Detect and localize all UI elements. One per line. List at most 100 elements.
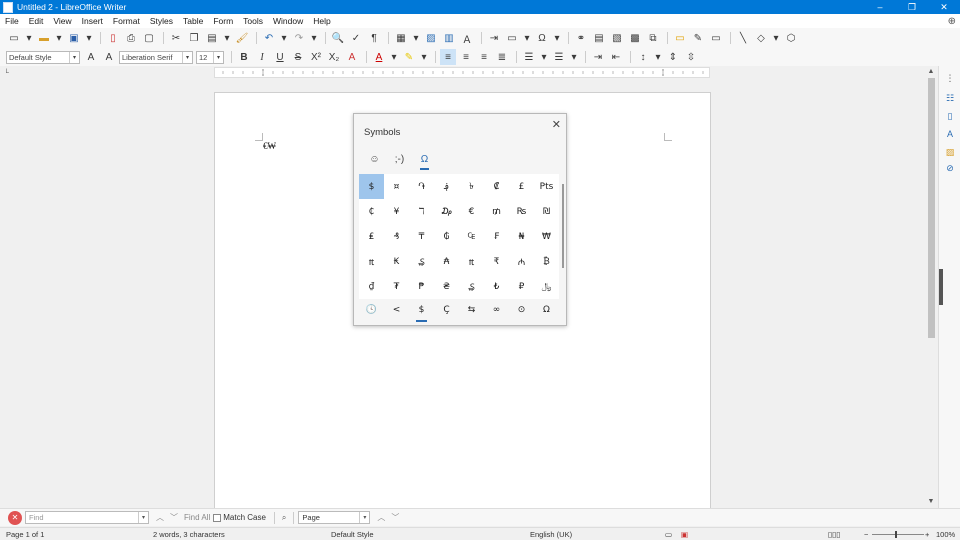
find-replace-icon[interactable]: 🔍: [330, 30, 346, 46]
symbol-cell[interactable]: ₵: [359, 199, 384, 224]
symbol-cell[interactable]: ₺: [484, 274, 509, 299]
align-left-icon[interactable]: ≡: [440, 49, 456, 65]
increase-paragraph-spacing-icon[interactable]: ⇕: [665, 49, 681, 65]
chevron-down-icon[interactable]: ▾: [359, 512, 369, 523]
menu-table[interactable]: Table: [178, 16, 208, 26]
insert-page-break-icon[interactable]: ⇥: [486, 30, 502, 46]
vertical-scrollbar[interactable]: ▲ ▼: [925, 66, 937, 508]
insert-endnote-icon[interactable]: ▧: [609, 30, 625, 46]
undo-dropdown-icon[interactable]: ▾: [279, 30, 289, 46]
recent-symbol[interactable]: ∞: [484, 300, 509, 320]
close-window-button[interactable]: ✕: [928, 0, 960, 14]
symbol-cell[interactable]: ₱: [409, 274, 434, 299]
symbol-cell[interactable]: ﷼: [534, 274, 559, 299]
formatting-marks-icon[interactable]: ¶: [366, 30, 382, 46]
insert-footnote-icon[interactable]: ▤: [591, 30, 607, 46]
symbol-cell[interactable]: £: [509, 174, 534, 199]
symbol-cell[interactable]: ₩: [534, 224, 559, 249]
symbol-cell[interactable]: ₪: [534, 199, 559, 224]
menu-help[interactable]: Help: [308, 16, 335, 26]
sidebar-menu-icon[interactable]: ⋮: [944, 72, 956, 84]
show-track-changes-icon[interactable]: ▭: [708, 30, 724, 46]
sidebar-grip[interactable]: [939, 269, 943, 305]
open-dropdown-icon[interactable]: ▾: [54, 30, 64, 46]
menu-insert[interactable]: Insert: [77, 16, 108, 26]
find-input[interactable]: Find ▾: [25, 511, 149, 524]
subscript-icon[interactable]: X₂: [326, 49, 342, 65]
recent-symbol[interactable]: 🕓: [359, 300, 384, 320]
line-spacing-icon[interactable]: ↕: [635, 49, 651, 65]
underline-icon[interactable]: U: [272, 49, 288, 65]
symbol-cell[interactable]: ₤: [359, 224, 384, 249]
menu-edit[interactable]: Edit: [24, 16, 49, 26]
document-modified-icon[interactable]: ▣: [681, 530, 688, 539]
symbol-cell[interactable]: €: [459, 199, 484, 224]
justify-icon[interactable]: ≣: [494, 49, 510, 65]
insert-comment-icon[interactable]: ▭: [672, 30, 688, 46]
strikethrough-icon[interactable]: S: [290, 49, 306, 65]
symbol-cell[interactable]: $: [359, 174, 384, 199]
document-text[interactable]: €₩: [263, 141, 276, 151]
bold-icon[interactable]: B: [236, 49, 252, 65]
word-count[interactable]: 2 words, 3 characters: [153, 530, 225, 539]
insert-chart-icon[interactable]: ▥: [441, 30, 457, 46]
special-character-dropdown-icon[interactable]: ▾: [552, 30, 562, 46]
font-color-icon[interactable]: A: [371, 49, 387, 65]
insert-mode-icon[interactable]: ▭: [665, 530, 672, 539]
globe-icon[interactable]: ⊕: [948, 16, 956, 27]
find-replace-icon[interactable]: ⌕: [282, 513, 286, 523]
view-layout-icon[interactable]: ▯▯▯: [828, 530, 840, 539]
decrease-indent-icon[interactable]: ⇤: [608, 49, 624, 65]
symbol-cell[interactable]: ₯: [434, 199, 459, 224]
tab-symbols[interactable]: Ω: [412, 150, 437, 170]
text-language[interactable]: English (UK): [530, 530, 572, 539]
new-document-icon[interactable]: ▭: [6, 30, 22, 46]
match-case-checkbox[interactable]: [213, 513, 222, 522]
basic-shapes-icon[interactable]: ◇: [753, 30, 769, 46]
symbol-cell[interactable]: ₷: [409, 249, 434, 274]
symbol-cell[interactable]: ℸ: [409, 199, 434, 224]
recent-symbol[interactable]: $: [409, 300, 434, 322]
numbered-list-icon[interactable]: ☰: [551, 49, 567, 65]
save-dropdown-icon[interactable]: ▾: [84, 30, 94, 46]
redo-icon[interactable]: ↷: [291, 30, 307, 46]
undo-icon[interactable]: ↶: [261, 30, 277, 46]
print-icon[interactable]: ⎙: [123, 30, 139, 46]
menu-view[interactable]: View: [48, 16, 76, 26]
insert-bookmark-icon[interactable]: ▩: [627, 30, 643, 46]
insert-image-icon[interactable]: ▨: [423, 30, 439, 46]
chevron-down-icon[interactable]: ▾: [138, 512, 148, 523]
paste-dropdown-icon[interactable]: ▾: [222, 30, 232, 46]
insert-hyperlink-icon[interactable]: ⚭: [573, 30, 589, 46]
spelling-icon[interactable]: ✓: [348, 30, 364, 46]
shapes-dropdown-icon[interactable]: ▾: [771, 30, 781, 46]
scroll-down-icon[interactable]: ▼: [925, 496, 937, 506]
symbol-cell[interactable]: ₳: [434, 249, 459, 274]
symbol-cell[interactable]: ₨: [509, 199, 534, 224]
symbol-cell[interactable]: ₴: [434, 274, 459, 299]
show-draw-functions-icon[interactable]: ⬡: [783, 30, 799, 46]
font-color-dropdown-icon[interactable]: ▾: [389, 49, 399, 65]
page-count[interactable]: Page 1 of 1: [6, 530, 44, 539]
font-size-combo[interactable]: 12 ▾: [196, 50, 224, 64]
track-changes-icon[interactable]: ✎: [690, 30, 706, 46]
scroll-up-icon[interactable]: ▲: [925, 66, 937, 76]
find-next-icon[interactable]: ﹀: [170, 512, 178, 523]
superscript-icon[interactable]: X²: [308, 49, 324, 65]
symbol-cell[interactable]: ₷: [459, 274, 484, 299]
italic-icon[interactable]: I: [254, 49, 270, 65]
recent-symbol[interactable]: Ç: [434, 300, 459, 320]
properties-icon[interactable]: ☷: [944, 92, 956, 104]
recent-symbol[interactable]: ⊙: [509, 300, 534, 320]
insert-cross-reference-icon[interactable]: ⧉: [645, 30, 661, 46]
navigator-icon[interactable]: ⊘: [944, 162, 956, 174]
symbol-cell[interactable]: ₲: [434, 224, 459, 249]
menu-styles[interactable]: Styles: [145, 16, 178, 26]
new-dropdown-icon[interactable]: ▾: [24, 30, 34, 46]
insert-line-icon[interactable]: ╲: [735, 30, 751, 46]
open-folder-icon[interactable]: ▬: [36, 30, 52, 46]
zoom-slider[interactable]: [872, 534, 924, 535]
font-name-combo[interactable]: Liberation Serif ▾: [119, 50, 193, 64]
recent-symbol[interactable]: <: [384, 300, 409, 320]
symbol-cell[interactable]: ₹: [484, 249, 509, 274]
